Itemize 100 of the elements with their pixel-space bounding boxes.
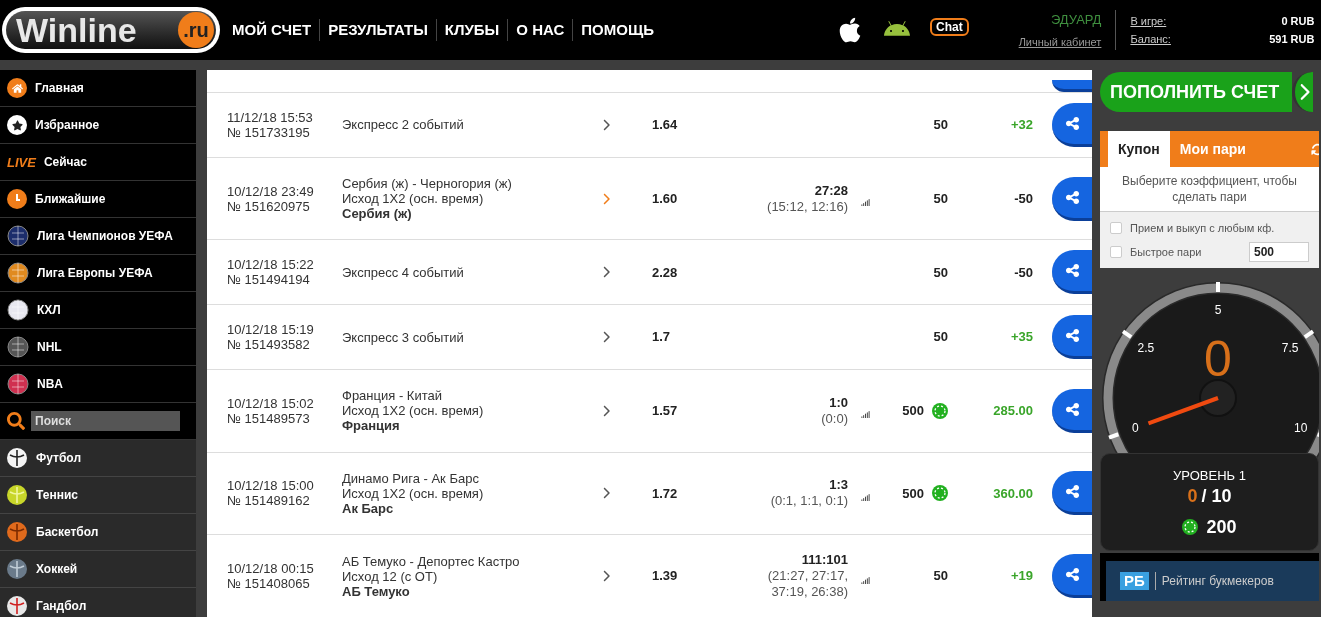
nav-link[interactable]: КЛУБЫ — [435, 18, 508, 42]
bet-date: 10/12/18 00:15 — [227, 561, 315, 577]
sidebar-item[interactable]: Баскетбол — [0, 514, 196, 551]
event-name: Экспресс 3 событий — [342, 329, 465, 345]
option-label: Быстрое пари — [1130, 244, 1202, 260]
share-button[interactable] — [1052, 176, 1092, 221]
live-label: LIVE — [7, 155, 36, 169]
bet-date: 10/12/18 15:00 — [227, 478, 315, 494]
sidebar-item[interactable]: Гандбол — [0, 588, 196, 617]
stats-icon[interactable] — [861, 492, 870, 502]
share-button[interactable] — [1052, 250, 1092, 295]
gauge-label: 7.5 — [1281, 340, 1299, 355]
bet-result: 360.00 — [992, 484, 1033, 503]
coupon-tab[interactable]: Купон — [1108, 131, 1170, 167]
nav-link[interactable]: ПОМОЩЬ — [572, 18, 662, 42]
level-points: 200 — [1206, 515, 1237, 539]
match-score: 1:3 — [829, 477, 848, 494]
checkbox[interactable] — [1110, 246, 1122, 258]
bet-coefficient: 1.7 — [652, 328, 672, 347]
share-button[interactable] — [1052, 80, 1092, 92]
level-current: 0 — [1187, 485, 1198, 506]
refresh-icon[interactable] — [1311, 143, 1319, 156]
chip-icon — [1182, 519, 1199, 535]
account-label[interactable]: В игре: — [1130, 12, 1167, 29]
period-scores: (0:1, 1:1, 0:1) — [770, 493, 848, 510]
match-score: 27:28 — [814, 182, 848, 199]
option-label: Прием и выкуп с любым кф. — [1130, 220, 1275, 236]
share-icon — [1064, 328, 1080, 344]
chat-button[interactable]: Chat — [929, 18, 969, 36]
bet-number: № 151493582 — [227, 337, 311, 353]
level-title: УРОВЕНЬ 1 — [1173, 467, 1246, 485]
sidebar-item[interactable]: Главная — [0, 70, 196, 107]
account-value: 0 RUB — [1281, 13, 1315, 29]
bet-stake: 50 — [933, 189, 948, 208]
nav-link[interactable]: МОЙ СЧЕТ — [224, 18, 320, 42]
banner-text: Рейтинг букмекеров — [1154, 572, 1274, 590]
bet-number: № 151494194 — [227, 272, 311, 288]
sidebar-item[interactable]: NHL — [0, 329, 196, 366]
stats-icon[interactable] — [861, 575, 870, 585]
bet-pick: Франция — [342, 418, 401, 434]
match-score: 1:0 — [829, 394, 848, 411]
bet-stake: 500 — [902, 402, 924, 421]
sidebar-item[interactable]: Лига Чемпионов УЕФА — [0, 218, 196, 255]
bet-coefficient: 2.28 — [652, 263, 679, 282]
sidebar-item[interactable]: КХЛ — [0, 292, 196, 329]
bet-pick: Ак Барс — [342, 500, 395, 516]
event-name: АБ Темуко - Депортес Кастро — [342, 553, 521, 569]
share-button[interactable] — [1052, 388, 1092, 433]
market-name: Исход 1Х2 (осн. время) — [342, 485, 485, 501]
stats-icon[interactable] — [861, 410, 870, 420]
winline-logo[interactable]: Winline .ru — [2, 7, 220, 53]
bet-coefficient: 1.72 — [652, 484, 679, 503]
search-field[interactable]: Поиск — [31, 411, 180, 431]
event-name: Экспресс 2 событий — [342, 117, 465, 133]
account-value: 591 RUB — [1269, 32, 1315, 47]
bet-stake: 50 — [933, 116, 948, 135]
period-scores: (15:12, 12:16) — [767, 198, 848, 215]
rating-banner[interactable]: РБ Рейтинг букмекеров — [1106, 561, 1319, 601]
share-icon — [1064, 263, 1080, 279]
sidebar-item[interactable]: Лига Европы УЕФА — [0, 255, 196, 292]
arrow-right-icon[interactable] — [1292, 72, 1313, 112]
account-label[interactable]: Баланс: — [1130, 31, 1171, 48]
cabinet-link[interactable]: Личный кабинет — [1018, 33, 1102, 50]
stats-icon[interactable] — [861, 198, 870, 208]
chip-icon — [932, 402, 948, 419]
match-score: 111:101 — [801, 552, 848, 569]
sidebar-item[interactable]: Футбол — [0, 440, 196, 477]
checkbox[interactable] — [1110, 222, 1122, 234]
bet-result: +35 — [1009, 328, 1033, 347]
sidebar-item[interactable]: LIVE Сейчас — [0, 144, 196, 181]
sidebar-item[interactable]: Хоккей — [0, 551, 196, 588]
bet-date: 10/12/18 15:19 — [227, 322, 315, 338]
sidebar-item[interactable]: Ближайшие — [0, 181, 196, 218]
share-icon — [1064, 189, 1080, 205]
chip-icon — [932, 485, 948, 502]
nav-link[interactable]: О НАС — [507, 18, 573, 42]
bet-coefficient: 1.57 — [652, 402, 679, 421]
share-button[interactable] — [1052, 554, 1092, 599]
event-name: Экспресс 4 событий — [342, 264, 465, 280]
bet-result: -50 — [1013, 263, 1033, 282]
event-name: Франция - Китай — [342, 388, 443, 404]
sidebar-item[interactable]: NBA — [0, 366, 196, 403]
sidebar-item[interactable]: Избранное — [0, 107, 196, 144]
bet-coefficient: 1.64 — [652, 116, 679, 135]
home-icon — [7, 78, 27, 98]
clock-icon — [7, 189, 27, 209]
bet-result: 285.00 — [992, 402, 1033, 421]
share-button[interactable] — [1052, 102, 1092, 147]
share-button[interactable] — [1052, 471, 1092, 516]
share-button[interactable] — [1052, 315, 1092, 360]
share-icon — [1064, 401, 1080, 417]
bet-stake: 50 — [933, 567, 948, 586]
nav-link[interactable]: РЕЗУЛЬТАТЫ — [319, 18, 436, 42]
bet-date: 10/12/18 15:02 — [227, 395, 315, 411]
event-name: Сербия (ж) - Черногория (ж) — [342, 176, 513, 192]
stake-field[interactable]: 500 — [1249, 242, 1309, 262]
market-name: Исход 12 (с ОТ) — [342, 568, 438, 584]
bet-coefficient: 1.60 — [652, 189, 679, 208]
sidebar-item[interactable]: Теннис — [0, 477, 196, 514]
bet-date: 10/12/18 15:22 — [227, 257, 315, 273]
